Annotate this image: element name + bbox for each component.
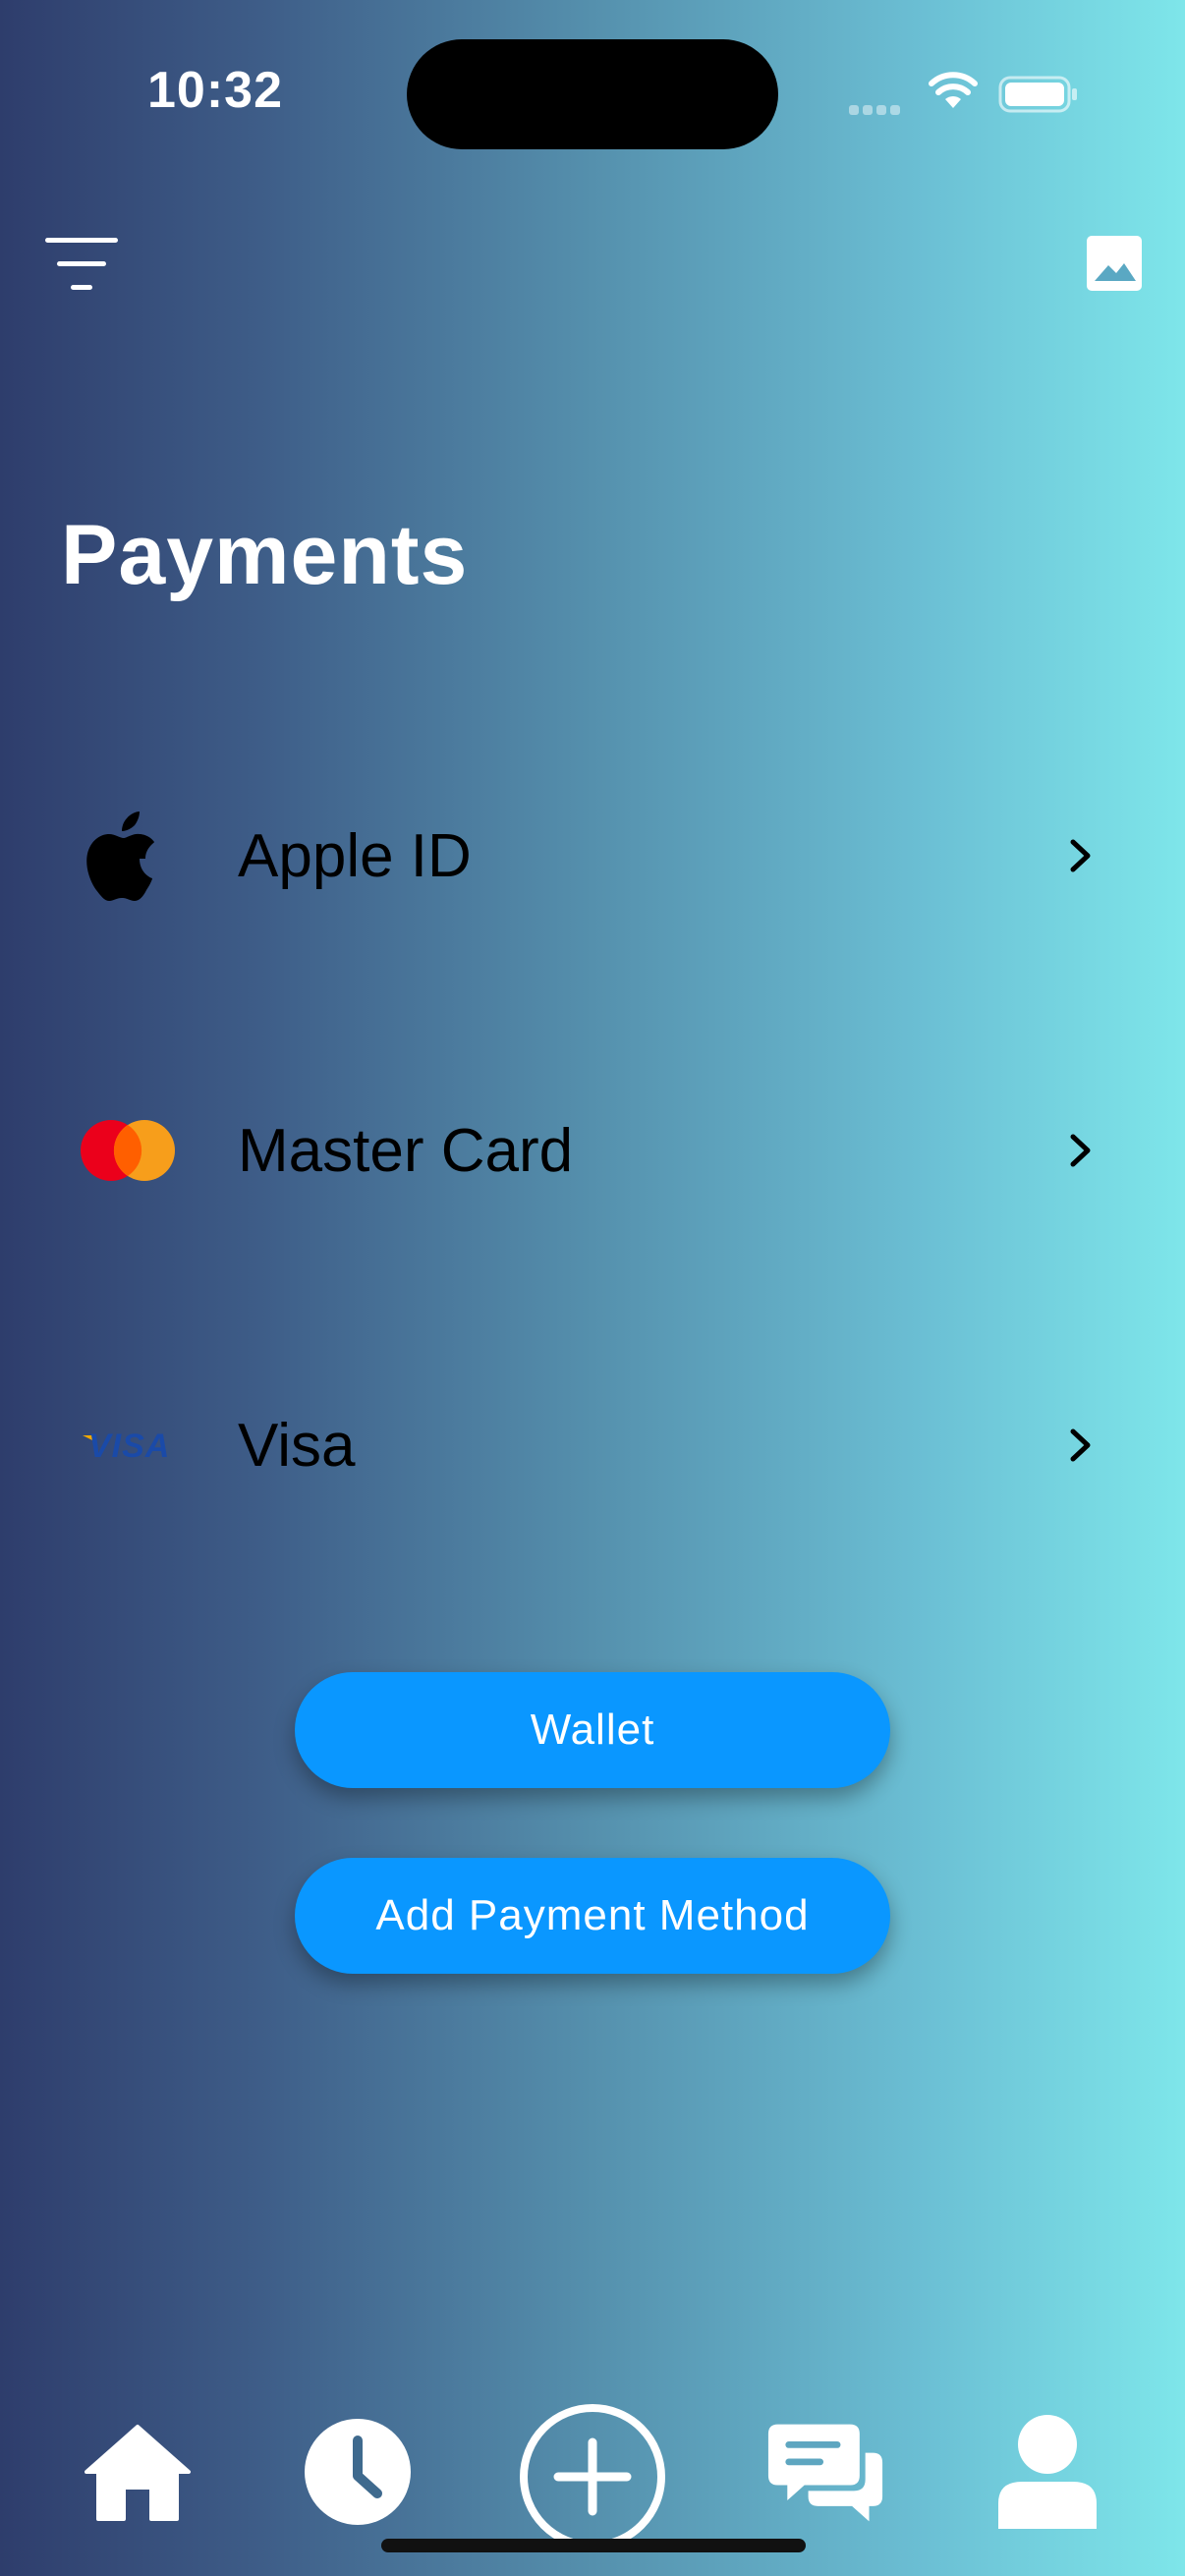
add-icon[interactable]: [519, 2403, 666, 2550]
wifi-icon: [928, 71, 979, 115]
battery-icon: [998, 75, 1079, 119]
add-payment-method-button[interactable]: Add Payment Method: [295, 1858, 890, 1974]
payment-label-master-card: Master Card: [238, 1116, 574, 1185]
payment-row-visa[interactable]: VISA Visa: [79, 1372, 1100, 1519]
chevron-right-icon: [1061, 831, 1100, 880]
payment-row-apple-id[interactable]: Apple ID: [79, 782, 1100, 929]
cellular-signal-icon: [849, 102, 904, 120]
svg-text:VISA: VISA: [88, 1428, 170, 1465]
image-icon[interactable]: [1087, 236, 1142, 291]
payment-row-master-card[interactable]: Master Card: [79, 1077, 1100, 1224]
profile-icon[interactable]: [988, 2413, 1106, 2531]
chevron-right-icon: [1061, 1126, 1100, 1175]
payment-label-apple-id: Apple ID: [238, 821, 472, 890]
dynamic-island: [407, 39, 778, 149]
status-time: 10:32: [147, 62, 283, 119]
wallet-button[interactable]: Wallet: [295, 1672, 890, 1788]
page-title: Payments: [61, 508, 469, 602]
messages-icon[interactable]: [766, 2413, 884, 2531]
home-indicator: [381, 2539, 806, 2552]
filter-icon[interactable]: [43, 234, 122, 299]
mastercard-logo-icon: [79, 1096, 202, 1204]
chevron-right-icon: [1061, 1421, 1100, 1470]
payment-label-visa: Visa: [238, 1411, 356, 1480]
clock-icon[interactable]: [299, 2413, 417, 2531]
visa-logo-icon: VISA: [79, 1391, 202, 1499]
apple-logo-icon: [79, 802, 202, 910]
home-icon[interactable]: [79, 2413, 197, 2531]
